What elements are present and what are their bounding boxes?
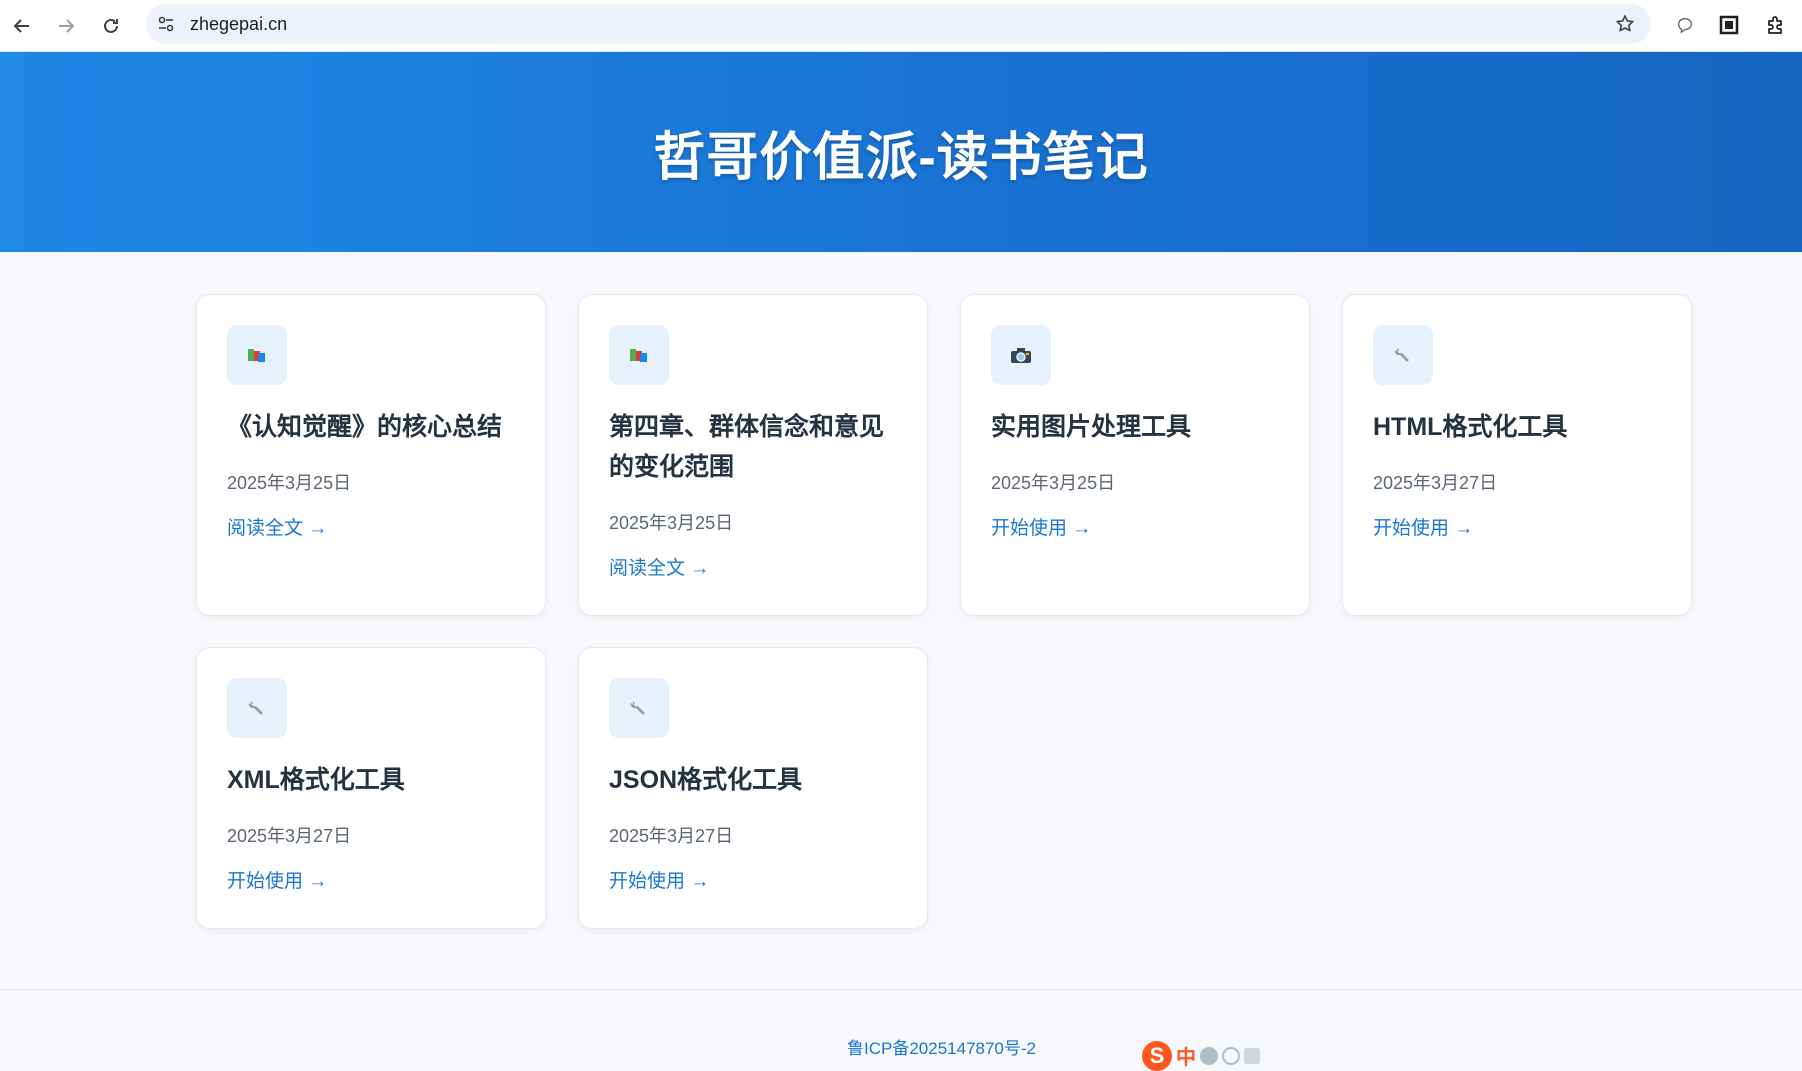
card-title[interactable]: 《认知觉醒》的核心总结 bbox=[227, 407, 519, 447]
article-card-2[interactable]: 第四章、群体信念和意见的变化范围 2025年3月25日 阅读全文 → bbox=[578, 294, 928, 616]
card-title[interactable]: JSON格式化工具 bbox=[609, 760, 901, 800]
start-use-link[interactable]: 开始使用 → bbox=[1373, 513, 1473, 540]
tool-card-3[interactable]: 实用图片处理工具 2025年3月25日 开始使用 → bbox=[960, 294, 1310, 616]
tool-card-5[interactable]: XML格式化工具 2025年3月27日 开始使用 → bbox=[196, 647, 546, 929]
card-title[interactable]: 第四章、群体信念和意见的变化范围 bbox=[609, 407, 901, 487]
ime-punct-icon[interactable] bbox=[1222, 1046, 1240, 1065]
forward-arrow-icon bbox=[59, 19, 75, 33]
back-button[interactable] bbox=[6, 10, 38, 42]
sogou-logo-icon: S bbox=[1142, 1040, 1172, 1071]
forward-button[interactable] bbox=[50, 10, 82, 42]
article-card-1[interactable]: 《认知觉醒》的核心总结 2025年3月25日 阅读全文 → bbox=[196, 294, 546, 616]
wrench-icon bbox=[1373, 325, 1433, 385]
ime-settings-icon[interactable] bbox=[1244, 1047, 1260, 1064]
extensions-icon[interactable] bbox=[1762, 12, 1788, 38]
books-icon bbox=[227, 325, 287, 385]
chat-icon[interactable] bbox=[1672, 12, 1698, 38]
card-date: 2025年3月27日 bbox=[227, 826, 352, 846]
icp-link[interactable]: 鲁ICP备2025147870号-2 bbox=[847, 1034, 1036, 1059]
read-more-link[interactable]: 阅读全文 → bbox=[609, 553, 709, 580]
address-bar[interactable]: zhegepai.cn bbox=[146, 4, 1651, 44]
card-date: 2025年3月25日 bbox=[227, 473, 352, 493]
start-use-link[interactable]: 开始使用 → bbox=[227, 866, 327, 893]
wrench-icon bbox=[609, 678, 669, 738]
hero-banner: 哲哥价值派-读书笔记 bbox=[0, 52, 1802, 252]
ime-toolbar[interactable]: S 中 bbox=[1142, 1040, 1282, 1071]
back-arrow-icon bbox=[13, 19, 29, 33]
card-date: 2025年3月25日 bbox=[609, 513, 734, 533]
site-settings-icon[interactable] bbox=[156, 14, 176, 34]
card-date: 2025年3月27日 bbox=[1373, 473, 1498, 493]
bookmark-star-icon[interactable] bbox=[1615, 14, 1635, 34]
reload-button[interactable] bbox=[95, 10, 127, 42]
wrench-icon bbox=[227, 678, 287, 738]
url-text[interactable]: zhegepai.cn bbox=[190, 4, 287, 44]
tool-card-4[interactable]: HTML格式化工具 2025年3月27日 开始使用 → bbox=[1342, 294, 1692, 616]
card-title[interactable]: XML格式化工具 bbox=[227, 760, 519, 800]
card-title[interactable]: HTML格式化工具 bbox=[1373, 407, 1665, 447]
read-more-link[interactable]: 阅读全文 → bbox=[227, 513, 327, 540]
camera-icon bbox=[991, 325, 1051, 385]
tab-search-icon[interactable] bbox=[1716, 12, 1742, 38]
start-use-link[interactable]: 开始使用 → bbox=[609, 866, 709, 893]
reload-icon bbox=[104, 18, 118, 33]
books-icon bbox=[609, 325, 669, 385]
browser-toolbar: zhegepai.cn bbox=[0, 0, 1802, 52]
tool-card-6[interactable]: JSON格式化工具 2025年3月27日 开始使用 → bbox=[578, 647, 928, 929]
ime-moon-icon[interactable] bbox=[1200, 1046, 1218, 1065]
site-title: 哲哥价值派-读书笔记 bbox=[653, 128, 1149, 187]
start-use-link[interactable]: 开始使用 → bbox=[991, 513, 1091, 540]
card-date: 2025年3月25日 bbox=[991, 473, 1116, 493]
footer-divider bbox=[0, 989, 1802, 990]
card-title[interactable]: 实用图片处理工具 bbox=[991, 407, 1283, 447]
ime-mode-label[interactable]: 中 bbox=[1176, 1041, 1196, 1070]
card-date: 2025年3月27日 bbox=[609, 826, 734, 846]
